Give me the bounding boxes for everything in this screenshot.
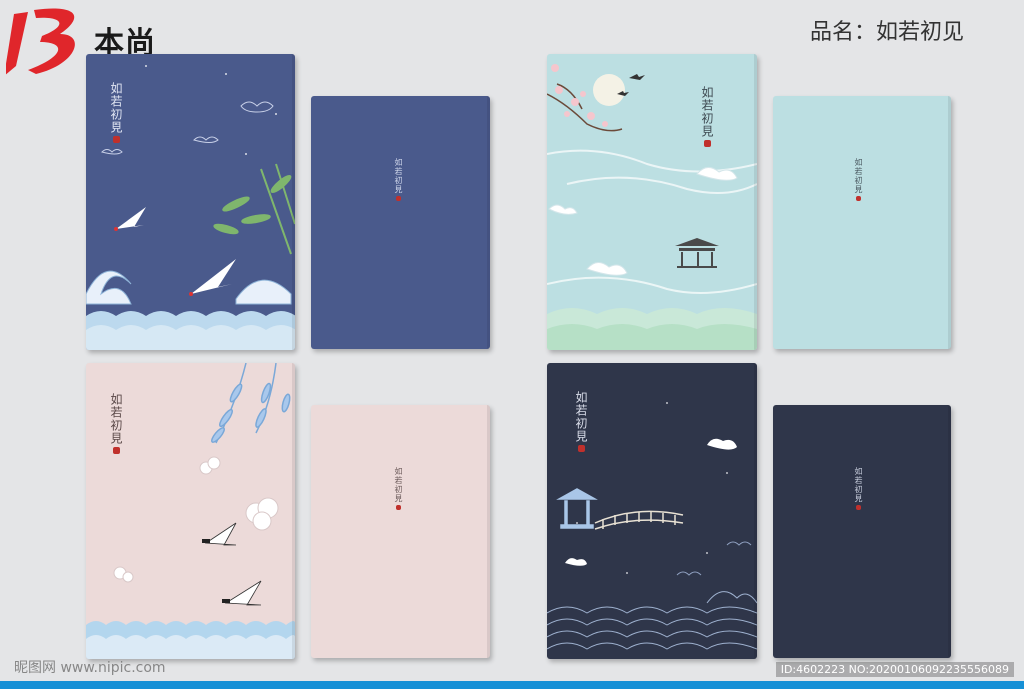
image-id-watermark: ID:4602223 NO:20200106092235556089 — [775, 662, 1014, 677]
cover-title: 如若初見 — [109, 82, 123, 134]
seal-stamp-icon — [113, 447, 120, 454]
accent-bar — [0, 681, 1024, 689]
cover-charcoal-back: 如若初見 — [773, 405, 951, 658]
seal-stamp-icon — [578, 445, 585, 452]
pavilion-cloud-illustration — [547, 64, 757, 350]
cover-navy-back: 如若初見 — [311, 96, 490, 349]
cover-title: 如若初見 — [109, 393, 123, 445]
product-separator: ： — [853, 20, 876, 45]
product-name-line: 品名：如若初见 — [810, 14, 964, 46]
seal-stamp-icon — [396, 196, 401, 201]
seal-stamp-icon — [856, 196, 861, 201]
cover-title: 如若初見 — [700, 86, 714, 138]
cover-title: 如若初見 — [394, 158, 403, 194]
seal-stamp-icon — [396, 505, 401, 510]
cover-title: 如若初見 — [394, 467, 403, 503]
cover-title: 如若初見 — [854, 467, 863, 503]
seal-stamp-icon — [856, 505, 861, 510]
brand-mark-icon — [4, 8, 75, 76]
site-watermark: 昵图网 www.nipic.com — [14, 660, 166, 676]
seal-stamp-icon — [704, 140, 711, 147]
seal-stamp-icon — [113, 136, 120, 143]
cover-title: 如若初見 — [854, 158, 863, 194]
cover-title: 如若初見 — [574, 391, 588, 443]
cover-blush-back: 如若初見 — [311, 405, 490, 658]
cover-charcoal-front: 如若初見 — [547, 363, 757, 659]
cover-blush-front: 如若初見 — [86, 363, 295, 659]
cover-mint-front: 如若初見 — [547, 54, 757, 350]
cover-mint-back: 如若初見 — [773, 96, 951, 349]
product-name: 如若初见 — [875, 20, 964, 45]
cover-navy-front: 如若初見 — [86, 54, 295, 350]
product-label: 品名 — [809, 20, 854, 45]
